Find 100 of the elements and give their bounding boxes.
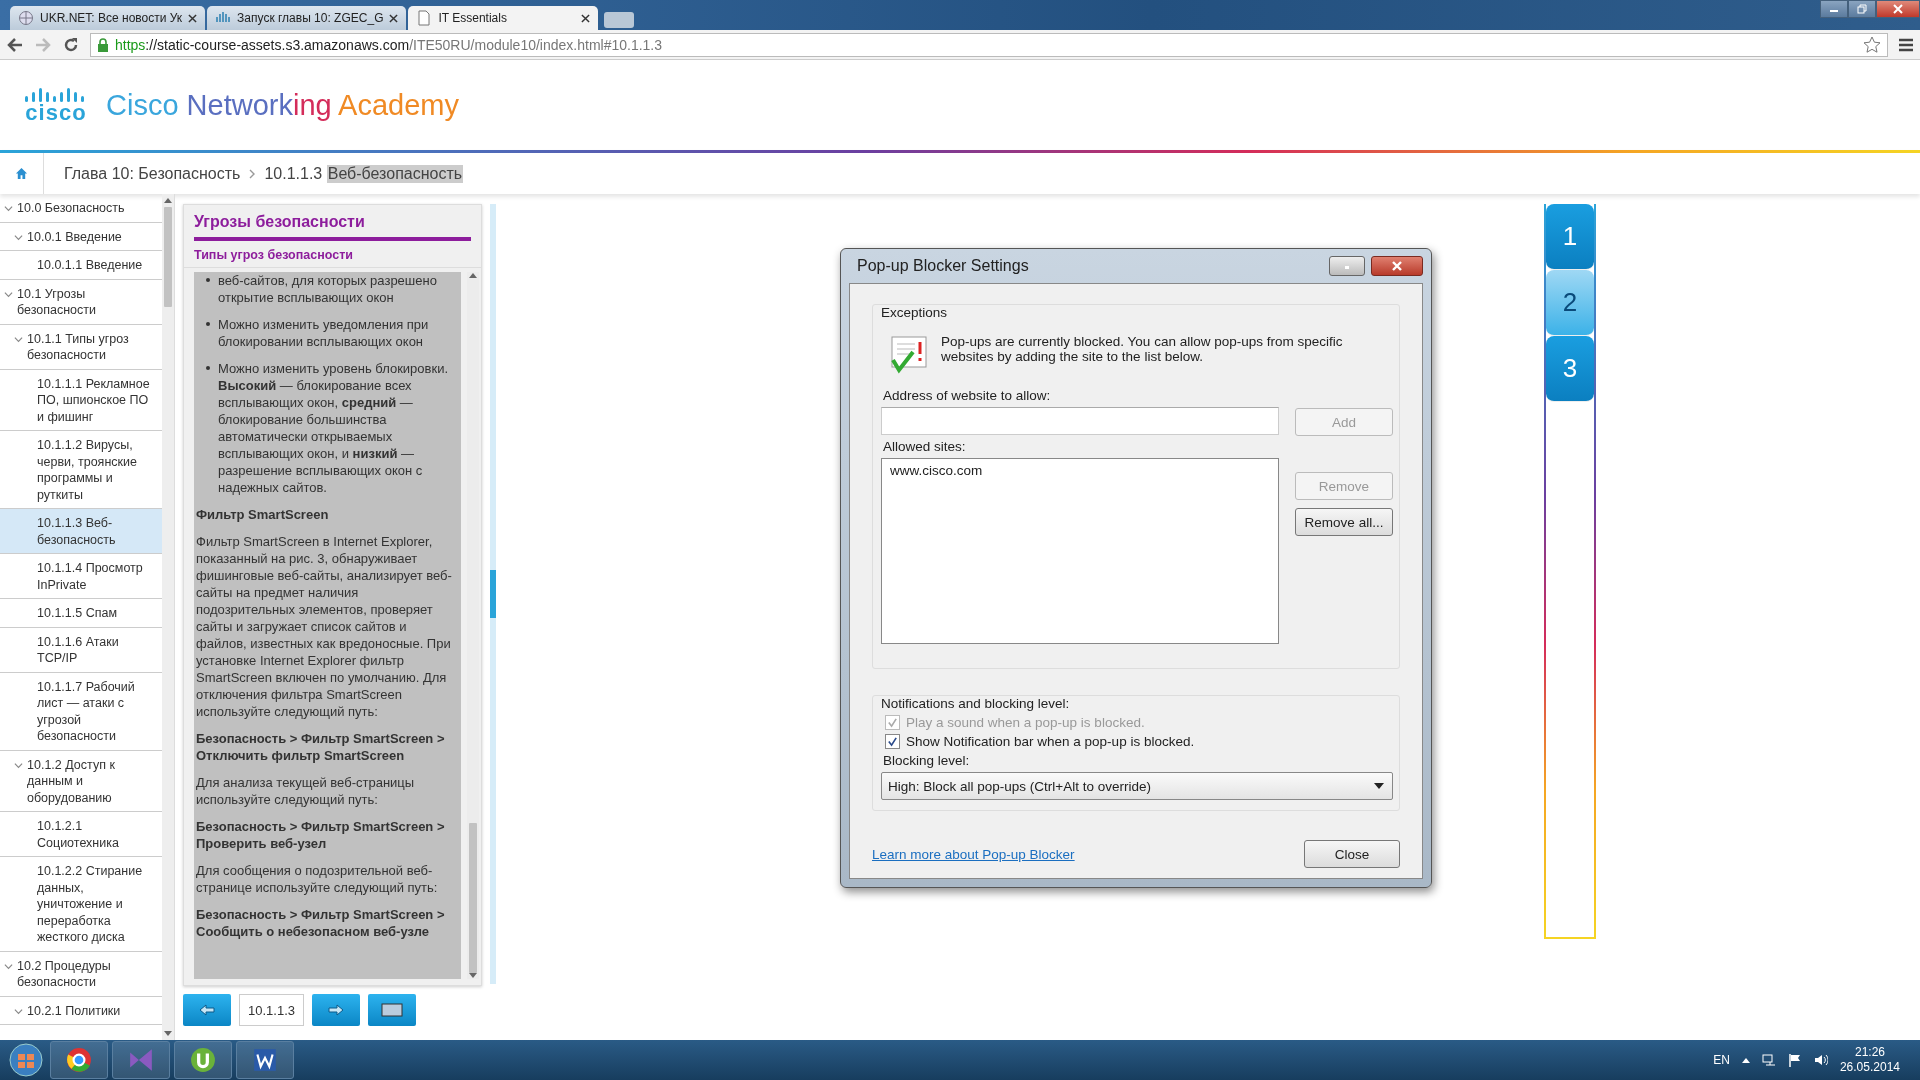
menu-path-text: Безопасность > Фильтр SmartScreen > Проверить веб-узел <box>196 818 446 852</box>
sidebar-label: 10.1.1.2 Вирусы, черви, троянские программы и руткиты <box>37 437 138 503</box>
browser-tab[interactable]: Запуск главы 10: ZGEC_G <box>207 6 407 30</box>
back-icon[interactable] <box>6 35 24 54</box>
taskbar-app[interactable] <box>236 1041 294 1079</box>
address-input[interactable] <box>881 407 1279 435</box>
sites-list[interactable]: www.cisco.com <box>881 458 1279 644</box>
field-label: Address of website to allow: <box>883 388 1052 403</box>
dropdown-arrow-icon <box>1374 783 1384 789</box>
taskbar-app[interactable] <box>50 1041 108 1079</box>
close-icon[interactable] <box>581 13 591 23</box>
caret-icon[interactable] <box>14 760 23 770</box>
sidebar-label: 10.0 Безопасность <box>17 200 125 217</box>
caret-icon[interactable] <box>4 204 13 213</box>
taskbar-app[interactable] <box>174 1041 232 1079</box>
checkbox[interactable] <box>885 734 900 749</box>
help-link[interactable]: Learn more about Pop-up Blocker <box>872 846 1075 862</box>
close-icon[interactable] <box>188 13 198 23</box>
logo-text: cisco <box>25 102 87 124</box>
checkbox-label: Show Notification bar when a pop-up is blocked. <box>906 734 1195 749</box>
checklist-icon <box>889 334 929 374</box>
close-icon[interactable] <box>389 13 399 23</box>
blocking-level-dropdown[interactable]: High: Block all pop-ups (Ctrl+Alt to override) <box>881 772 1393 800</box>
menu-icon[interactable] <box>1898 36 1914 53</box>
breadcrumb-link[interactable]: 10.1.1.3 <box>264 164 323 183</box>
browser-icon <box>66 1047 92 1073</box>
bow-icon <box>128 1047 154 1073</box>
sidebar-label: 10.0.1 Введение <box>27 228 122 245</box>
address-field[interactable]: https://static-course-assets.s3.amazonaws.com/ITE50RU/module10/index.html#10.1.1.3 <box>90 32 1888 57</box>
globe-icon <box>18 10 34 26</box>
previous-button[interactable] <box>183 994 231 1026</box>
close-button[interactable] <box>1876 0 1920 18</box>
star-icon[interactable] <box>1863 35 1881 54</box>
scrollbar[interactable] <box>490 204 496 984</box>
scroll-up-icon[interactable] <box>164 197 172 203</box>
browser-tab[interactable]: IT Essentials <box>408 6 599 30</box>
url-text: https://static-course-assets.s3.amazonaws.com/ITE50RU/module10/index.html#10.1.1.3 <box>115 36 663 53</box>
bullet-icon <box>206 366 210 370</box>
figure-tab[interactable]: 2 <box>1546 270 1594 336</box>
close-button[interactable]: Close <box>1304 840 1400 868</box>
home-icon[interactable] <box>15 167 28 180</box>
figure-tab[interactable]: 3 <box>1546 336 1594 402</box>
caret-icon[interactable] <box>4 961 13 971</box>
panel-subtitle: Типы угроз безопасности <box>194 248 354 262</box>
minimize-button[interactable] <box>1820 0 1848 18</box>
speaker-icon[interactable] <box>1813 1053 1828 1067</box>
start-button[interactable] <box>6 1042 46 1078</box>
sidebar-label: 10.1.1.1 Рекламное ПО, шпионское ПО и фишинг <box>37 375 151 425</box>
screen-icon <box>381 1003 403 1017</box>
field-label: Allowed sites: <box>883 439 967 454</box>
remove-all-button[interactable]: Remove all... <box>1295 508 1393 536</box>
list-item-text: веб-сайтов, для которых разрешено открытие всплывающих окон <box>218 272 438 306</box>
screen-button[interactable] <box>368 994 416 1026</box>
scrollbar[interactable] <box>162 194 174 1040</box>
scrollbar-thumb[interactable] <box>469 823 477 973</box>
sidebar-label: 10.0.1.1 Введение <box>37 257 143 274</box>
language-indicator[interactable]: EN <box>1713 1053 1730 1067</box>
caret-icon[interactable] <box>14 334 23 344</box>
sidebar-label: 10.1.1.3 Веб-безопасность <box>37 515 117 548</box>
scroll-down-icon[interactable] <box>164 1031 172 1037</box>
page-number: 10.1.1.3 <box>239 994 304 1026</box>
expand-tray-icon[interactable] <box>1741 1057 1750 1063</box>
flag-icon[interactable] <box>1787 1053 1802 1067</box>
caret-icon[interactable] <box>4 289 13 299</box>
tab-label: UKR.NET: Все новости Ук <box>40 11 183 25</box>
scrollbar[interactable] <box>467 272 479 979</box>
figure-tab[interactable]: 1 <box>1546 204 1594 270</box>
browser-tab[interactable]: UKR.NET: Все новости Ук <box>10 6 206 30</box>
breadcrumb-link[interactable]: Глава 10: Безопасность <box>64 164 241 183</box>
sidebar-label: 10.2.1 Политики <box>27 1002 121 1019</box>
network-icon[interactable] <box>1761 1053 1776 1067</box>
sidebar-item[interactable]: 10.1.1.3 Веб-безопасность <box>0 509 162 554</box>
close-button[interactable] <box>1371 256 1423 276</box>
reload-icon[interactable] <box>62 35 80 54</box>
tab-label: IT Essentials <box>438 11 508 25</box>
chevron-icon <box>248 168 257 179</box>
bullet-icon <box>206 278 210 282</box>
bullet-icon <box>206 322 210 326</box>
clock[interactable]: 21:26 26.05.2014 <box>1839 1045 1900 1075</box>
site-title: Cisco Networking Academy <box>106 88 459 122</box>
scroll-up-icon[interactable] <box>469 272 477 278</box>
check-icon <box>887 736 898 747</box>
sidebar-label: 10.1.1 Типы угроз безопасности <box>27 330 130 364</box>
arrow-left-icon <box>199 1004 215 1016</box>
list-item[interactable]: www.cisco.com <box>890 463 1270 478</box>
new-tab-button[interactable] <box>604 12 635 28</box>
restore-button[interactable] <box>1848 0 1876 18</box>
minimize-button[interactable] <box>1329 256 1365 276</box>
menu-path-text: Безопасность > Фильтр SmartScreen > Сообщить о небезопасном веб-узле <box>196 906 446 940</box>
list-item-text: Можно изменить уровень блокировки. Высокий — блокирование всех всплывающих окон, средний — блокирование большинства автоматически открываемых всплывающих окон, и низкий — разрешение всплывающих окон с надежных сайтов. <box>218 360 449 496</box>
document-icon <box>252 1047 278 1073</box>
menu-path-text: Безопасность > Фильтр SmartScreen > Отключить фильтр SmartScreen <box>196 730 446 764</box>
next-button[interactable] <box>312 994 360 1026</box>
breadcrumb-current: Веб-безопасность <box>326 164 464 183</box>
caret-icon[interactable] <box>14 232 23 242</box>
caret-icon[interactable] <box>14 1006 23 1016</box>
paragraph: Фильтр SmartScreen в Internet Explorer, показанный на рис. 3, обнаруживает фишинговые веб-сайты, анализирует веб-сайты на предмет наличия подозрительных элементов, проверяет сайты и загружает список сайтов и файлов, известных как вредоносные. При установке Internet Explorer фильтр SmartScreen включен по умолчанию. Для отключения фильтра SmartScreen используйте следующий путь: <box>196 533 453 720</box>
scrollbar-thumb[interactable] <box>164 207 172 307</box>
sidebar-label: 10.1.2.1 Социотехника <box>37 818 120 851</box>
sidebar-label: 10.1.1.4 Просмотр InPrivate <box>37 560 144 593</box>
